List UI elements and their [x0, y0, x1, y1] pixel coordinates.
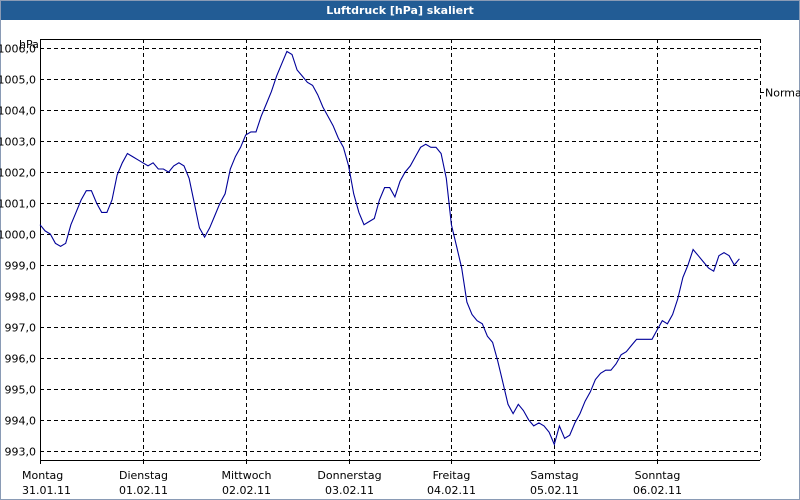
x-tick-labels: Montag 31.01.11 Dienstag 01.02.11 Mittwoch 02… [22, 469, 682, 497]
y-tick-label: 999,0 [5, 260, 37, 273]
x-tick-day: Freitag [433, 469, 471, 482]
y-tick-label: 996,0 [5, 353, 37, 366]
x-tick-day: Samstag [530, 469, 578, 482]
y-tick-label: 1001,0 [0, 198, 36, 211]
y-axis-unit: hPa [19, 38, 39, 51]
y-tick-label: 997,0 [5, 322, 37, 335]
y-tick-label: 998,0 [5, 291, 37, 304]
normal-marker: Normal [760, 87, 800, 100]
y-tick-label: 1005,0 [0, 74, 36, 87]
grid [40, 39, 761, 460]
pressure-chart: 1006,01005,01004,01003,01002,01001,01000… [0, 38, 800, 497]
y-tick-labels: 1006,01005,01004,01003,01002,01001,01000… [0, 43, 36, 459]
x-tick-day: Donnerstag [317, 469, 381, 482]
x-tick-date: 01.02.11 [119, 484, 168, 497]
x-tick-date: 04.02.11 [427, 484, 476, 497]
y-tick-label: 1003,0 [0, 136, 36, 149]
x-tick-date: 06.02.11 [633, 484, 682, 497]
x-tick-day: Mittwoch [222, 469, 272, 482]
x-tick-date: 05.02.11 [530, 484, 579, 497]
y-tick-label: 993,0 [5, 446, 37, 459]
y-tick-label: 1000,0 [0, 229, 36, 242]
x-tick-day: Montag [22, 469, 63, 482]
x-tick-date: 02.02.11 [222, 484, 271, 497]
y-tick-label: 1004,0 [0, 105, 36, 118]
normal-marker-label: Normal [765, 87, 800, 100]
pressure-line [39, 50, 740, 447]
x-tick-date: 31.01.11 [22, 484, 71, 497]
y-tick-label: 994,0 [5, 415, 37, 428]
x-tick-date: 03.02.11 [325, 484, 374, 497]
y-tick-label: 995,0 [5, 384, 37, 397]
x-tick-day: Dienstag [119, 469, 168, 482]
axes [40, 39, 760, 464]
x-tick-day: Sonntag [635, 469, 681, 482]
series-layer [39, 50, 740, 447]
y-tick-label: 1002,0 [0, 167, 36, 180]
